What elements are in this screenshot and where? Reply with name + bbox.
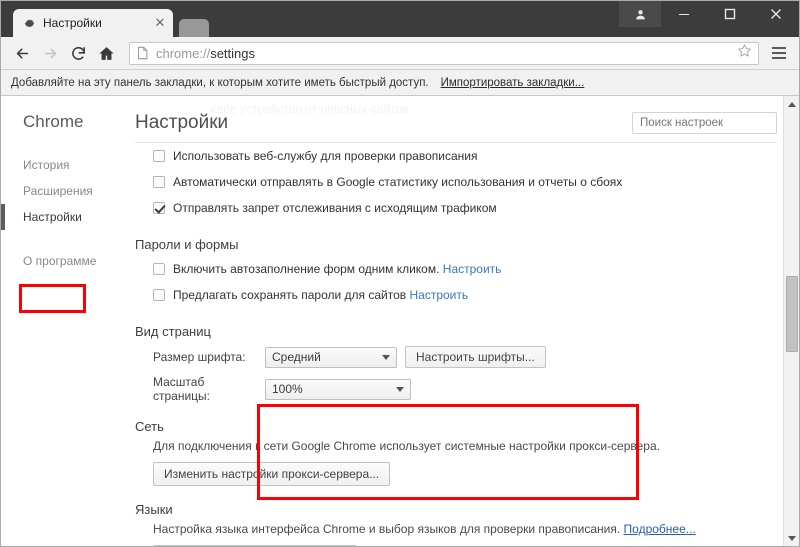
- brand-label: Chrome: [23, 112, 84, 131]
- gear-icon: [22, 16, 36, 30]
- checkbox-row-autofill[interactable]: Включить автозаполнение форм одним клико…: [135, 256, 777, 282]
- section-title-passwords: Пароли и формы: [135, 237, 239, 252]
- checkbox-label: Использовать веб-службу для проверки пра…: [173, 149, 478, 163]
- sidebar-item-label: Настройки: [23, 210, 82, 224]
- font-size-value: Средний: [272, 350, 321, 364]
- checkbox-row-do-not-track[interactable]: Отправлять запрет отслеживания с исходящ…: [135, 195, 777, 221]
- checkbox-row-save-passwords[interactable]: Предлагать сохранять пароли для сайтов Н…: [135, 282, 777, 308]
- browser-tab[interactable]: Настройки ✕: [13, 9, 173, 37]
- font-size-label: Размер шрифта:: [153, 350, 246, 364]
- sidebar-item-extensions[interactable]: Расширения: [1, 178, 129, 204]
- tab-close-icon[interactable]: ✕: [153, 16, 167, 30]
- languages-description-text: Настройка языка интерфейса Chrome и выбо…: [153, 522, 621, 536]
- font-size-row: Размер шрифта: Средний Настроить шрифты.…: [135, 346, 777, 368]
- active-nav-marker: [1, 204, 5, 230]
- forward-button-icon[interactable]: [37, 40, 63, 66]
- checkbox-row-spellcheck[interactable]: Использовать веб-службу для проверки пра…: [135, 143, 777, 169]
- reload-button-icon[interactable]: [65, 40, 91, 66]
- sidebar-item-settings[interactable]: Настройки: [1, 204, 129, 230]
- section-title-languages: Языки: [135, 502, 173, 517]
- change-proxy-settings-button[interactable]: Изменить настройки прокси-сервера...: [153, 462, 391, 486]
- customize-fonts-button[interactable]: Настроить шрифты...: [405, 346, 546, 368]
- close-button[interactable]: [753, 1, 799, 27]
- checkbox-save-passwords[interactable]: [153, 289, 165, 301]
- home-button-icon[interactable]: [93, 40, 119, 66]
- settings-sidebar: Chrome История Расширения Настройки О пр…: [1, 96, 129, 546]
- change-language-settings-button[interactable]: Изменить языковые настройки...: [153, 545, 357, 546]
- url-path: settings: [210, 45, 255, 61]
- checkbox-label: Автоматически отправлять в Google статис…: [173, 175, 623, 189]
- sidebar-item-history[interactable]: История: [1, 152, 129, 178]
- scrollbar-thumb[interactable]: [786, 276, 798, 352]
- section-title-network: Сеть: [135, 419, 164, 434]
- languages-learn-more-link[interactable]: Подробнее...: [624, 522, 696, 536]
- bookmarks-bar: Добавляйте на эту панель закладки, к кот…: [1, 70, 799, 96]
- back-button-icon[interactable]: [9, 40, 35, 66]
- sidebar-item-label: О программе: [23, 254, 97, 268]
- avatar-icon[interactable]: [619, 1, 661, 27]
- settings-scroll-area: Использовать веб-службу для проверки пра…: [129, 143, 799, 546]
- page-zoom-row: Масштаб страницы: 100%: [135, 375, 777, 403]
- minimize-button[interactable]: [661, 1, 707, 27]
- bookmark-star-icon[interactable]: [737, 43, 752, 63]
- scrollbar-up-arrow-icon[interactable]: [784, 96, 799, 112]
- chevron-down-icon: [396, 386, 404, 392]
- address-bar[interactable]: chrome://settings: [129, 41, 759, 65]
- section-title-appearance: Вид страниц: [135, 324, 211, 339]
- checkbox-spellcheck[interactable]: [153, 150, 165, 162]
- settings-content: свое устройство от опасных сайтов Настро…: [129, 96, 799, 546]
- page-zoom-value: 100%: [272, 382, 303, 396]
- window-controls: [619, 1, 799, 27]
- checkbox-usage-stats[interactable]: [153, 176, 165, 188]
- network-description: Для подключения к сети Google Chrome исп…: [153, 439, 660, 453]
- page-zoom-label: Масштаб страницы:: [153, 375, 211, 403]
- passwords-settings-link[interactable]: Настроить: [409, 288, 468, 302]
- page-zoom-select[interactable]: 100%: [265, 378, 411, 400]
- url-scheme: chrome://: [156, 45, 211, 61]
- font-size-select[interactable]: Средний: [265, 346, 397, 368]
- browser-window: Настройки ✕ chrome://settings Добавляйте…: [0, 0, 800, 547]
- checkbox-label: Предлагать сохранять пароли для сайтов: [173, 288, 407, 302]
- checkbox-row-usage-stats[interactable]: Автоматически отправлять в Google статис…: [135, 169, 777, 195]
- checkbox-do-not-track[interactable]: [153, 202, 165, 214]
- sidebar-item-label: История: [23, 158, 70, 172]
- search-input[interactable]: [632, 112, 777, 134]
- page-icon: [136, 46, 150, 60]
- page-title: Настройки: [135, 112, 229, 133]
- import-bookmarks-link[interactable]: Импортировать закладки...: [441, 77, 585, 89]
- languages-description: Настройка языка интерфейса Chrome и выбо…: [135, 521, 777, 537]
- sidebar-item-label: Расширения: [23, 184, 93, 198]
- scrollbar-down-arrow-icon[interactable]: [784, 530, 799, 546]
- autofill-settings-link[interactable]: Настроить: [443, 262, 502, 276]
- browser-toolbar: chrome://settings: [1, 37, 799, 70]
- page-scrollbar[interactable]: [783, 96, 799, 546]
- checkbox-label: Включить автозаполнение форм одним клико…: [173, 262, 440, 276]
- bookmarks-bar-message: Добавляйте на эту панель закладки, к кот…: [11, 76, 429, 89]
- checkbox-autofill[interactable]: [153, 263, 165, 275]
- sidebar-item-about[interactable]: О программе: [1, 248, 129, 274]
- new-tab-button[interactable]: [179, 19, 209, 37]
- chevron-down-icon: [382, 354, 390, 360]
- checkbox-label: Отправлять запрет отслеживания с исходящ…: [173, 201, 497, 215]
- title-bar: Настройки ✕: [1, 1, 799, 37]
- settings-page: Chrome История Расширения Настройки О пр…: [1, 96, 799, 546]
- tab-title: Настройки: [43, 16, 102, 30]
- maximize-button[interactable]: [707, 1, 753, 27]
- hamburger-menu-icon[interactable]: [767, 40, 791, 66]
- address-bar-text: chrome://settings: [156, 46, 255, 61]
- settings-header: Настройки: [129, 112, 799, 134]
